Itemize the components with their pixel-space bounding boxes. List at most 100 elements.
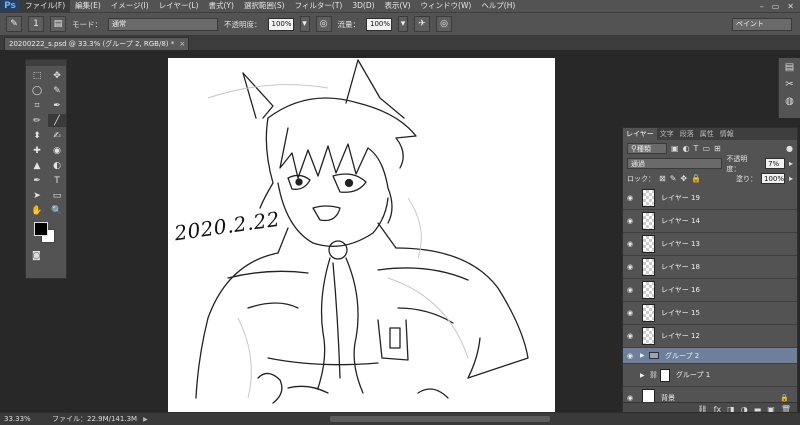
- mode-select[interactable]: 通常: [108, 17, 218, 31]
- flow-dropdown-icon[interactable]: ▾: [398, 16, 408, 32]
- menu-select[interactable]: 選択範囲(S): [239, 0, 290, 12]
- status-menu-arrow-icon[interactable]: ▶: [143, 416, 148, 423]
- eraser-tool-icon[interactable]: ✚: [28, 144, 46, 157]
- tab-info[interactable]: 情報: [717, 128, 737, 140]
- brush-preset-icon[interactable]: ✎: [6, 16, 22, 32]
- brush-tool-icon[interactable]: ╱: [48, 114, 66, 127]
- close-icon[interactable]: ✕: [787, 2, 794, 11]
- menu-view[interactable]: 表示(V): [380, 0, 416, 12]
- menu-layer[interactable]: レイヤー(L): [154, 0, 204, 12]
- opacity-dropdown-icon[interactable]: ▾: [299, 16, 310, 32]
- menu-3d[interactable]: 3D(D): [347, 0, 379, 12]
- crop-tool-icon[interactable]: ⌗: [28, 99, 46, 112]
- layer-row[interactable]: ◉ レイヤー 14: [623, 210, 797, 233]
- blend-mode-select[interactable]: 通過: [627, 158, 723, 169]
- bucket-tool-icon[interactable]: ◉: [48, 144, 66, 157]
- expand-arrow-icon[interactable]: ▶: [640, 352, 647, 359]
- path-select-tool-icon[interactable]: ➤: [28, 189, 46, 202]
- flow-input[interactable]: 100%: [366, 17, 392, 31]
- visibility-eye-icon[interactable]: ◉: [623, 217, 637, 225]
- menu-window[interactable]: ウィンドウ(W): [416, 0, 477, 12]
- brush-size-picker[interactable]: 1: [28, 16, 44, 32]
- visibility-eye-icon[interactable]: ◉: [623, 263, 637, 271]
- opacity-input[interactable]: 100%: [267, 17, 294, 31]
- filter-adjust-icon[interactable]: ◐: [683, 144, 690, 153]
- layer-row[interactable]: ◉ レイヤー 19: [623, 187, 797, 210]
- brush-panel-icon[interactable]: ▤: [50, 16, 66, 32]
- history-brush-tool-icon[interactable]: ✍: [48, 129, 66, 142]
- pressure-size-icon[interactable]: ◎: [436, 16, 452, 32]
- filter-shape-icon[interactable]: ▭: [702, 144, 710, 153]
- expand-arrow-icon[interactable]: ▶: [640, 372, 647, 379]
- visibility-eye-icon[interactable]: ◉: [623, 352, 637, 360]
- tab-paragraph[interactable]: 段落: [677, 128, 697, 140]
- quick-select-tool-icon[interactable]: ✎: [48, 84, 66, 97]
- layer-filter-select[interactable]: ⚲ 種類: [627, 143, 667, 154]
- lock-image-icon[interactable]: ✎: [670, 174, 677, 183]
- menu-filter[interactable]: フィルター(T): [290, 0, 348, 12]
- menu-type[interactable]: 書式(Y): [204, 0, 239, 12]
- history-panel-icon[interactable]: ▤: [785, 62, 794, 73]
- marquee-tool-icon[interactable]: ⬚: [28, 69, 46, 82]
- visibility-eye-icon[interactable]: ◉: [623, 309, 637, 317]
- filter-value: 種類: [636, 144, 651, 153]
- quick-mask-icon[interactable]: ◙: [26, 248, 66, 261]
- visibility-eye-icon[interactable]: ◉: [623, 194, 637, 202]
- visibility-eye-icon[interactable]: ◉: [623, 394, 637, 402]
- layer-row[interactable]: ◉ レイヤー 18: [623, 256, 797, 279]
- lasso-tool-icon[interactable]: ◯: [28, 84, 46, 97]
- zoom-tool-icon[interactable]: 🔍: [48, 204, 66, 217]
- filter-pixel-icon[interactable]: ▣: [671, 144, 679, 153]
- minimize-icon[interactable]: –: [760, 2, 764, 11]
- dodge-tool-icon[interactable]: ◐: [48, 159, 66, 172]
- fill-arrow-icon[interactable]: ▸: [789, 174, 793, 183]
- healing-tool-icon[interactable]: ✏: [28, 114, 46, 127]
- blur-tool-icon[interactable]: ▲: [28, 159, 46, 172]
- tool-presets-icon[interactable]: ✂: [785, 79, 793, 90]
- canvas[interactable]: 2020.2.22: [168, 58, 555, 418]
- menu-help[interactable]: ヘルプ(H): [476, 0, 520, 12]
- tab-character[interactable]: 文字: [657, 128, 677, 140]
- layer-row[interactable]: ◉ レイヤー 15: [623, 302, 797, 325]
- lock-all-icon[interactable]: 🔒: [691, 174, 701, 183]
- rectangle-tool-icon[interactable]: ▭: [48, 189, 66, 202]
- visibility-eye-icon[interactable]: ◉: [623, 240, 637, 248]
- layer-row[interactable]: ◉ レイヤー 12: [623, 325, 797, 348]
- visibility-eye-icon[interactable]: ◉: [623, 371, 637, 379]
- type-tool-icon[interactable]: T: [48, 174, 66, 187]
- stamp-tool-icon[interactable]: ⬍: [28, 129, 46, 142]
- filter-toggle-icon[interactable]: ●: [786, 144, 793, 153]
- filter-smart-icon[interactable]: ⊞: [714, 144, 721, 153]
- pen-tool-icon[interactable]: ✒: [28, 174, 46, 187]
- workspace-select[interactable]: ペイント: [732, 17, 792, 31]
- visibility-eye-icon[interactable]: ◉: [623, 332, 637, 340]
- layer-row[interactable]: ◉ ▶ ⛓ グループ 1: [623, 364, 797, 387]
- zoom-level[interactable]: 33.33%: [0, 415, 36, 423]
- move-tool-icon[interactable]: ✥: [48, 69, 66, 82]
- menu-file[interactable]: ファイル(F): [20, 0, 71, 12]
- menu-image[interactable]: イメージ(I): [106, 0, 154, 12]
- pressure-opacity-icon[interactable]: ◎: [315, 16, 332, 32]
- menu-edit[interactable]: 編集(E): [70, 0, 106, 12]
- document-tab[interactable]: 20200222_s.psd @ 33.3% (グループ 2, RGB/8) *…: [4, 37, 190, 50]
- layer-row[interactable]: ◉ レイヤー 13: [623, 233, 797, 256]
- layer-opacity-input[interactable]: 7%: [765, 158, 785, 169]
- eyedropper-tool-icon[interactable]: ✒: [48, 99, 66, 112]
- fill-input[interactable]: 100%: [760, 173, 785, 184]
- foreground-color-swatch[interactable]: [34, 222, 48, 236]
- tab-properties[interactable]: 属性: [697, 128, 717, 140]
- maximize-icon[interactable]: ▭: [772, 2, 780, 11]
- lock-transparent-icon[interactable]: ⊠: [659, 174, 666, 183]
- visibility-eye-icon[interactable]: ◉: [623, 286, 637, 294]
- filter-type-icon[interactable]: T: [694, 144, 699, 153]
- opacity-arrow-icon[interactable]: ▸: [789, 159, 793, 168]
- layer-row[interactable]: ◉ レイヤー 16: [623, 279, 797, 302]
- layer-row-selected[interactable]: ◉ ▶ グループ 2: [623, 348, 797, 364]
- close-tab-icon[interactable]: ×: [179, 40, 185, 48]
- airbrush-icon[interactable]: ✈: [414, 16, 430, 32]
- lock-position-icon[interactable]: ✥: [680, 174, 687, 183]
- horizontal-scrollbar[interactable]: [330, 416, 550, 422]
- brush-panel-dock-icon[interactable]: ◍: [785, 96, 794, 107]
- tab-layers[interactable]: レイヤー: [623, 128, 657, 140]
- hand-tool-icon[interactable]: ✋: [28, 204, 46, 217]
